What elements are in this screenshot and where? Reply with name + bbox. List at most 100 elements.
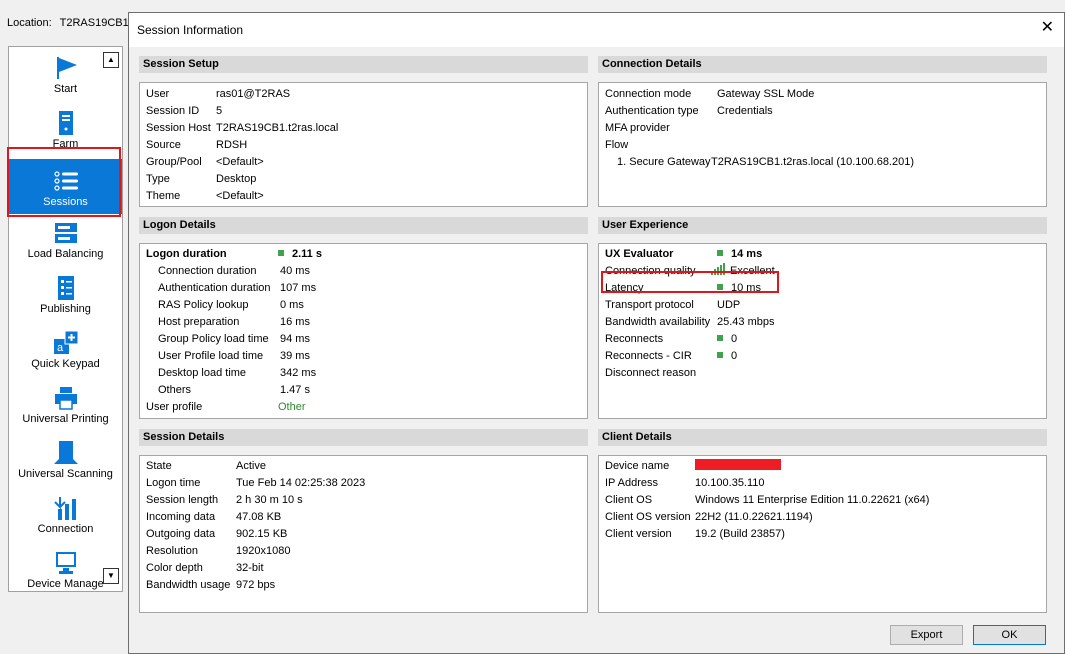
status-dot bbox=[278, 250, 284, 256]
row-value: 25.43 mbps bbox=[717, 316, 775, 328]
row-key: Transport protocol bbox=[605, 299, 694, 311]
row-value: 10 ms bbox=[731, 282, 761, 294]
row-value: UDP bbox=[717, 299, 741, 311]
ok-button[interactable]: OK bbox=[973, 625, 1046, 645]
nav-item-sessions[interactable]: Sessions bbox=[9, 159, 122, 214]
row-key: Others bbox=[158, 384, 192, 396]
nav-item-quick-keypad[interactable]: a Quick Keypad bbox=[9, 326, 122, 381]
row-key: Reconnects bbox=[605, 333, 664, 345]
nav-label-sessions: Sessions bbox=[43, 196, 88, 208]
scanner-icon bbox=[53, 441, 78, 464]
row-key: Outgoing data bbox=[146, 528, 216, 540]
row-value: 14 ms bbox=[731, 248, 763, 260]
user-experience-box: UX Evaluator 14 ms Connection quality Exce… bbox=[598, 243, 1047, 419]
nav-scroll-down-button[interactable]: ▼ bbox=[103, 568, 119, 584]
row-value: <Default> bbox=[216, 190, 264, 202]
row-key: State bbox=[146, 460, 172, 472]
row-value: Credentials bbox=[717, 105, 773, 117]
row-value: 47.08 KB bbox=[236, 511, 282, 523]
nav-item-universal-printing[interactable]: Universal Printing bbox=[9, 381, 122, 436]
nav-label-connection: Connection bbox=[37, 523, 94, 535]
user-experience-panel: User Experience UX Evaluator 14 ms Connec… bbox=[598, 217, 1047, 419]
nav-label-start: Start bbox=[53, 83, 78, 95]
row-key: Host preparation bbox=[158, 316, 240, 328]
user-experience-header: User Experience bbox=[598, 217, 1047, 234]
side-navigation: ▲ Start Farm Sessions Load Balancing Pub… bbox=[8, 46, 123, 592]
location-value[interactable]: T2RAS19CB1 bbox=[60, 17, 129, 29]
row-key: Session ID bbox=[146, 105, 200, 117]
row-value: Active bbox=[236, 460, 266, 472]
row-value: 5 bbox=[216, 105, 223, 117]
export-button[interactable]: Export bbox=[890, 625, 963, 645]
session-details-header: Session Details bbox=[139, 429, 588, 446]
row-value: 10.100.35.110 bbox=[695, 477, 765, 489]
dialog-title: Session Information bbox=[137, 23, 244, 37]
connection-icon bbox=[53, 497, 76, 520]
nav-item-universal-scanning[interactable]: Universal Scanning bbox=[9, 436, 122, 491]
status-dot bbox=[717, 352, 723, 358]
row-value: 0 ms bbox=[280, 299, 304, 311]
row-value: 0 bbox=[731, 333, 738, 345]
row-key: Session length bbox=[146, 494, 219, 506]
row-key: UX Evaluator bbox=[605, 248, 674, 260]
row-value: 107 ms bbox=[280, 282, 317, 294]
quick-keypad-icon: a bbox=[53, 330, 78, 354]
status-dot bbox=[717, 250, 723, 256]
row-key: Connection mode bbox=[605, 88, 692, 100]
row-key: Connection duration bbox=[158, 265, 257, 277]
row-value: Desktop bbox=[216, 173, 257, 185]
status-dot bbox=[717, 335, 723, 341]
nav-item-farm[interactable]: Farm bbox=[9, 106, 122, 161]
row-key: User profile bbox=[146, 401, 203, 413]
connection-details-header: Connection Details bbox=[598, 56, 1047, 73]
row-value: 2.11 s bbox=[292, 248, 322, 260]
row-value: 902.15 KB bbox=[236, 528, 288, 540]
row-key: Group/Pool bbox=[146, 156, 202, 168]
row-key: Connection quality bbox=[605, 265, 696, 277]
printer-icon bbox=[54, 387, 77, 410]
nav-label-farm: Farm bbox=[52, 138, 79, 150]
row-key: Logon duration bbox=[146, 248, 227, 260]
row-key: Resolution bbox=[146, 545, 198, 557]
session-setup-panel: Session Setup User ras01@T2RAS Session ID… bbox=[139, 56, 588, 207]
client-details-box: Device name IP Address 10.100.35.110 Clie… bbox=[598, 455, 1047, 613]
row-value: RDSH bbox=[216, 139, 248, 151]
load-balancing-icon bbox=[54, 223, 77, 243]
row-key: Session Host bbox=[146, 122, 211, 134]
row-value: Excellent bbox=[730, 265, 775, 277]
client-details-header: Client Details bbox=[598, 429, 1047, 446]
row-value: 1920x1080 bbox=[236, 545, 291, 557]
row-value: Other bbox=[278, 401, 306, 413]
session-details-box: State Active Logon time Tue Feb 14 02:25:3… bbox=[139, 455, 588, 613]
redacted-device-name bbox=[695, 459, 781, 470]
close-icon[interactable]: ✕ bbox=[1041, 19, 1054, 37]
row-value: 19.2 (Build 23857) bbox=[695, 528, 785, 540]
row-key: RAS Policy lookup bbox=[158, 299, 249, 311]
nav-item-connection[interactable]: Connection bbox=[9, 491, 122, 546]
row-key: IP Address bbox=[605, 477, 658, 489]
nav-item-load-balancing[interactable]: Load Balancing bbox=[9, 216, 122, 271]
row-key: User Profile load time bbox=[158, 350, 264, 362]
row-key: Authentication duration bbox=[158, 282, 271, 294]
row-value: 1.47 s bbox=[280, 384, 310, 396]
row-value: Tue Feb 14 02:25:38 2023 bbox=[236, 477, 366, 489]
row-value: 972 bps bbox=[236, 579, 276, 591]
row-key: Flow bbox=[605, 139, 629, 151]
session-setup-header: Session Setup bbox=[139, 56, 588, 73]
signal-strength-icon bbox=[711, 263, 726, 281]
row-value: 16 ms bbox=[280, 316, 310, 328]
nav-item-start[interactable]: Start bbox=[9, 51, 122, 106]
row-key: Client version bbox=[605, 528, 672, 540]
logon-details-box: Logon duration 2.11 s Connection duration… bbox=[139, 243, 588, 419]
dialog-body: Session Setup User ras01@T2RAS Session ID… bbox=[129, 47, 1064, 653]
farm-icon bbox=[58, 111, 73, 135]
row-key: Disconnect reason bbox=[605, 367, 697, 379]
row-key: Logon time bbox=[146, 477, 201, 489]
nav-item-publishing[interactable]: Publishing bbox=[9, 271, 122, 326]
row-value: 40 ms bbox=[280, 265, 310, 277]
row-value: 32-bit bbox=[236, 562, 264, 574]
row-value: ras01@T2RAS bbox=[216, 88, 291, 100]
logon-details-panel: Logon Details Logon duration 2.11 s Conne… bbox=[139, 217, 588, 419]
row-key: User bbox=[146, 88, 170, 100]
row-value: 342 ms bbox=[280, 367, 317, 379]
